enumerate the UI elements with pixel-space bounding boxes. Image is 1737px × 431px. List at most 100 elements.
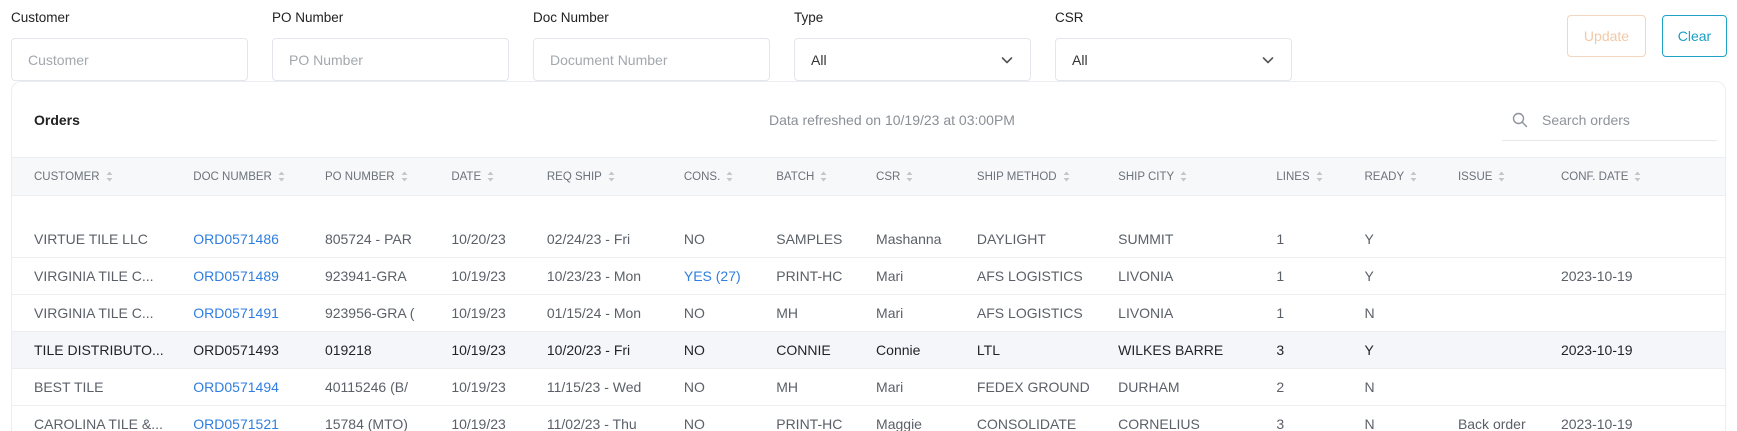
cell-value: 2023-10-19 <box>1560 268 1633 284</box>
sort-icon[interactable] <box>106 171 113 182</box>
table-row[interactable]: BEST TILE ORD0571494 40115246 (B/10/19/23 1… <box>12 369 1725 406</box>
table-row[interactable]: VIRGINIA TILE C... ORD0571491 923956-GRA (… <box>12 295 1725 332</box>
cell-conf-date <box>1539 369 1725 406</box>
cell-ready: Y <box>1343 332 1436 369</box>
sort-icon[interactable] <box>906 171 913 182</box>
doc-number-link[interactable]: ORD0571493 <box>193 342 279 358</box>
table-row[interactable]: TILE DISTRIBUTO... ORD0571493 019218 10/19/… <box>12 331 1725 369</box>
column-header-label: DOC NUMBER <box>193 170 272 183</box>
cell-value: 11/02/23 - Thu <box>546 416 637 431</box>
filter-bar: Customer PO Number Doc Number Type All C… <box>0 0 1737 81</box>
doc-number-link[interactable]: ORD0571494 <box>193 379 279 395</box>
cell-ready: N <box>1343 406 1436 431</box>
customer-input[interactable] <box>11 38 248 81</box>
cell-value: 01/15/24 - Mon <box>546 305 642 321</box>
column-header-label: CONF. DATE <box>1560 170 1629 183</box>
sort-icon[interactable] <box>1634 171 1641 182</box>
cell-value: Mari <box>876 379 904 395</box>
column-header-label: BATCH <box>776 170 815 183</box>
sort-icon[interactable] <box>278 171 285 182</box>
doc-number-input[interactable] <box>533 38 770 81</box>
cell-value: 1 <box>1276 230 1285 247</box>
po-number-label: PO Number <box>272 10 344 25</box>
cell-req-ship: 10/23/23 - Mon <box>525 258 662 295</box>
cell-lines: 1 <box>1254 258 1342 295</box>
sort-icon[interactable] <box>1316 171 1323 182</box>
column-header-csr[interactable]: CSR <box>854 158 955 196</box>
sort-icon[interactable] <box>1180 171 1187 182</box>
column-header-issue[interactable]: ISSUE <box>1436 158 1539 196</box>
cell-value: NO <box>683 379 705 395</box>
cell-ship-method: FEDEX GROUND <box>955 369 1096 406</box>
cell-conf-date <box>1539 295 1725 332</box>
column-header-cons[interactable]: CONS. <box>662 158 754 196</box>
column-header-batch[interactable]: BATCH <box>754 158 854 196</box>
column-header-label: LINES <box>1276 170 1310 183</box>
column-header-conf-date[interactable]: CONF. DATE <box>1539 158 1725 196</box>
column-header-ship-method[interactable]: SHIP METHOD <box>955 158 1096 196</box>
customer-filter: Customer <box>11 10 248 81</box>
sort-icon[interactable] <box>487 171 494 182</box>
cell-value: Mari <box>876 268 904 284</box>
cell-po: 805724 - PAR <box>303 221 429 258</box>
column-header-ready[interactable]: READY <box>1343 158 1436 196</box>
table-row[interactable]: CAROLINA TILE &... ORD0571521 15784 (MTO) 1… <box>12 406 1725 431</box>
column-header-ship-city[interactable]: SHIP CITY <box>1096 158 1254 196</box>
column-header-doc[interactable]: DOC NUMBER <box>171 158 303 196</box>
cell-batch: MH <box>754 295 854 332</box>
cell-batch: PRINT-HC <box>754 406 854 431</box>
cell-value: 923941-GRA <box>324 268 407 284</box>
column-header-label: CUSTOMER <box>34 170 100 183</box>
doc-number-label: Doc Number <box>533 10 609 25</box>
cell-csr: Mari <box>854 369 955 406</box>
sort-icon[interactable] <box>1063 171 1070 182</box>
cell-date: 10/19/23 <box>429 369 525 406</box>
cell-value: PRINT-HC <box>776 416 843 431</box>
sort-icon[interactable] <box>1498 171 1505 182</box>
table-row[interactable]: VIRGINIA TILE C... ORD0571489 923941-GRA 10… <box>12 258 1725 295</box>
sort-icon[interactable] <box>726 171 733 182</box>
po-number-input[interactable] <box>272 38 509 81</box>
cell-value: BEST TILE <box>34 379 104 395</box>
cell-value: LIVONIA <box>1118 268 1174 284</box>
column-header-po[interactable]: PO NUMBER <box>303 158 429 196</box>
column-header-customer[interactable]: CUSTOMER <box>12 158 171 196</box>
cell-value: TILE DISTRIBUTO... <box>34 342 164 358</box>
clear-button[interactable]: Clear <box>1662 15 1727 57</box>
table-spacer <box>12 196 1725 221</box>
sort-icon[interactable] <box>1410 171 1417 182</box>
cell-value: Mari <box>876 305 904 321</box>
column-header-label: SHIP METHOD <box>976 170 1057 183</box>
search-orders-input[interactable] <box>1542 112 1712 128</box>
cell-ready: Y <box>1343 258 1436 295</box>
cell-value: MH <box>776 379 799 395</box>
column-header-date[interactable]: DATE <box>429 158 525 196</box>
update-button[interactable]: Update <box>1567 15 1646 57</box>
cell-value: Mashanna <box>876 230 942 247</box>
doc-number-link[interactable]: ORD0571486 <box>193 231 279 247</box>
cons-link[interactable]: YES (27) <box>684 268 741 284</box>
cell-value: FEDEX GROUND <box>976 379 1090 395</box>
sort-icon[interactable] <box>401 171 408 182</box>
sort-icon[interactable] <box>608 171 615 182</box>
column-header-label: PO NUMBER <box>324 170 395 183</box>
cell-value: VIRGINIA TILE C... <box>34 268 154 284</box>
column-header-req-ship[interactable]: REQ SHIP <box>525 158 662 196</box>
csr-select[interactable]: All <box>1055 38 1292 81</box>
cell-date: 10/19/23 <box>429 295 525 332</box>
cell-csr: Mashanna <box>854 221 955 258</box>
cell-value: LTL <box>976 342 1001 358</box>
doc-number-link[interactable]: ORD0571521 <box>193 416 279 431</box>
cell-date: 10/19/23 <box>429 258 525 295</box>
doc-number-link[interactable]: ORD0571491 <box>193 305 279 321</box>
cell-ship-city: WILKES BARRE <box>1096 332 1254 369</box>
type-select[interactable]: All <box>794 38 1031 81</box>
cell-lines: 3 <box>1254 332 1342 369</box>
cell-date: 10/19/23 <box>429 406 525 431</box>
cell-value: 2023-10-19 <box>1560 416 1633 431</box>
column-header-lines[interactable]: LINES <box>1254 158 1342 196</box>
sort-icon[interactable] <box>820 171 827 182</box>
cell-value: 923956-GRA ( <box>324 305 415 321</box>
doc-number-link[interactable]: ORD0571489 <box>193 268 279 284</box>
table-row[interactable]: VIRTUE TILE LLC ORD0571486 805724 - PAR 10/… <box>12 221 1725 258</box>
